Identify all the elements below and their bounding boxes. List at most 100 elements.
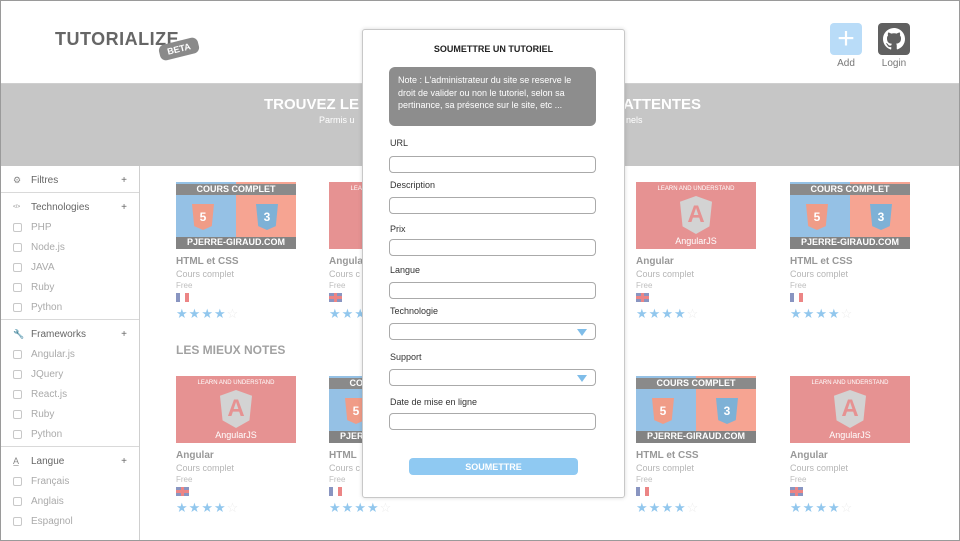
card-title[interactable]: HTML et CSS	[176, 256, 298, 267]
add-button[interactable]: + Add	[829, 23, 863, 69]
filter-option-french[interactable]: Français	[1, 471, 139, 491]
language-header[interactable]: A̲ Langue +	[1, 451, 139, 471]
tutorial-card[interactable]: COURS COMPLET 5 3 PJERRE-GIRAUD.COM HTML …	[790, 182, 912, 322]
uk-flag-icon	[790, 487, 803, 496]
technologies-label: Technologies	[31, 201, 90, 213]
filter-option-nodejs[interactable]: Node.js	[1, 237, 139, 257]
filter-option-php[interactable]: PHP	[1, 217, 139, 237]
thumb-name: AngularJS	[215, 430, 257, 440]
thumb-name: AngularJS	[675, 236, 717, 246]
add-label: Add	[837, 58, 855, 69]
option-label: Node.js	[31, 241, 65, 253]
option-label: Ruby	[31, 408, 55, 420]
moderation-note: Note : L'administrateur du site se reser…	[389, 67, 596, 126]
filter-option-reactjs[interactable]: React.js	[1, 384, 139, 404]
tutorial-card[interactable]: LEARN AND UNDERSTAND A AngularJS Angular …	[790, 376, 912, 516]
technologies-expand-icon[interactable]: +	[121, 202, 127, 213]
filter-option-java[interactable]: JAVA	[1, 257, 139, 277]
filter-option-spanish[interactable]: Espagnol	[1, 511, 139, 531]
star-icon: ★	[201, 306, 214, 321]
filter-option-python[interactable]: Python	[1, 297, 139, 317]
login-button[interactable]: Login	[877, 23, 911, 69]
star-icon: ★	[661, 500, 674, 515]
submit-button[interactable]: SOUMETTRE	[409, 458, 578, 475]
checkbox[interactable]	[13, 222, 22, 232]
filter-option-ruby[interactable]: Ruby	[1, 277, 139, 297]
tutorial-card[interactable]: COURS COMPLET 5 3 PJERRE-GIRAUD.COM HTML …	[176, 182, 298, 322]
url-input[interactable]	[389, 156, 596, 173]
filters-header[interactable]: ⚙ Filtres +	[1, 170, 139, 190]
wrench-icon: 🔧	[13, 328, 25, 339]
star-icon: ★	[188, 306, 202, 321]
filters-section: ⚙ Filtres +	[1, 166, 139, 193]
uk-flag-icon	[636, 293, 649, 302]
checkbox[interactable]	[13, 516, 22, 526]
star-icon: ★	[213, 306, 227, 321]
card-title[interactable]: Angular	[636, 256, 758, 267]
star-icon: ★	[673, 500, 687, 515]
option-label: Angular.js	[31, 348, 75, 360]
thumb-band: COURS COMPLET	[790, 184, 910, 195]
filter-option-jquery[interactable]: JQuery	[1, 364, 139, 384]
frameworks-header[interactable]: 🔧 Frameworks +	[1, 324, 139, 344]
filters-expand-icon[interactable]: +	[121, 175, 127, 186]
course-thumbnail[interactable]: LEARN AND UNDERSTAND A AngularJS	[176, 376, 296, 443]
technologies-header[interactable]: </> Technologies +	[1, 197, 139, 217]
card-title[interactable]: Angular	[176, 450, 298, 461]
star-icon: ★	[673, 306, 687, 321]
french-flag-icon	[176, 293, 189, 302]
card-title[interactable]: HTML et CSS	[636, 450, 758, 461]
thumb-footer: PJERRE-GIRAUD.COM	[790, 237, 910, 249]
card-title[interactable]: Angular	[790, 450, 912, 461]
star-icon: ★	[366, 500, 380, 515]
star-icon: ★	[815, 306, 828, 321]
technology-label: Technologie	[390, 306, 439, 316]
price-input[interactable]	[389, 239, 596, 256]
checkbox[interactable]	[13, 429, 22, 439]
french-flag-icon	[790, 293, 803, 302]
checkbox[interactable]	[13, 349, 22, 359]
github-icon	[878, 23, 910, 55]
tutorial-card[interactable]: LEARN AND UNDERSTAND A AngularJS Angular …	[176, 376, 298, 516]
card-title[interactable]: HTML et CSS	[790, 256, 912, 267]
filter-option-angularjs[interactable]: Angular.js	[1, 344, 139, 364]
option-label: Python	[31, 301, 63, 313]
language-section: A̲ Langue + Français Anglais Espagnol	[1, 447, 139, 533]
plus-icon: +	[830, 23, 862, 55]
checkbox[interactable]	[13, 409, 22, 419]
course-thumbnail[interactable]: LEARN AND UNDERSTAND A AngularJS	[636, 182, 756, 249]
filter-option-ruby-fw[interactable]: Ruby	[1, 404, 139, 424]
checkbox[interactable]	[13, 262, 22, 272]
angular-icon: A	[834, 390, 866, 428]
course-thumbnail[interactable]: COURS COMPLET 5 3 PJERRE-GIRAUD.COM	[636, 376, 756, 443]
tutorial-card[interactable]: COURS COMPLET 5 3 PJERRE-GIRAUD.COM HTML …	[636, 376, 758, 516]
chevron-down-icon	[577, 329, 587, 336]
checkbox[interactable]	[13, 389, 22, 399]
course-thumbnail[interactable]: LEARN AND UNDERSTAND A AngularJS	[790, 376, 910, 443]
star-icon: ★	[661, 306, 674, 321]
best-rated-title: LES MIEUX NOTES	[176, 343, 286, 357]
technology-select[interactable]	[389, 323, 596, 340]
checkbox[interactable]	[13, 242, 22, 252]
star-icon: ★	[329, 500, 342, 515]
checkbox[interactable]	[13, 282, 22, 292]
star-icon: ★	[636, 306, 649, 321]
description-input[interactable]	[389, 197, 596, 214]
checkbox[interactable]	[13, 369, 22, 379]
course-thumbnail[interactable]: COURS COMPLET 5 3 PJERRE-GIRAUD.COM	[176, 182, 296, 249]
tutorial-card[interactable]: LEARN AND UNDERSTAND A AngularJS Angular …	[636, 182, 758, 322]
checkbox[interactable]	[13, 496, 22, 506]
language-input[interactable]	[389, 282, 596, 299]
rating-stars: ★★★★☆	[790, 500, 912, 516]
language-expand-icon[interactable]: +	[121, 456, 127, 467]
option-label: React.js	[31, 388, 68, 400]
filter-option-python-fw[interactable]: Python	[1, 424, 139, 444]
course-thumbnail[interactable]: COURS COMPLET 5 3 PJERRE-GIRAUD.COM	[790, 182, 910, 249]
support-select[interactable]	[389, 369, 596, 386]
checkbox[interactable]	[13, 476, 22, 486]
frameworks-expand-icon[interactable]: +	[121, 329, 127, 340]
date-input[interactable]	[389, 413, 596, 430]
angular-icon: A	[220, 390, 252, 428]
filter-option-english[interactable]: Anglais	[1, 491, 139, 511]
checkbox[interactable]	[13, 302, 22, 312]
